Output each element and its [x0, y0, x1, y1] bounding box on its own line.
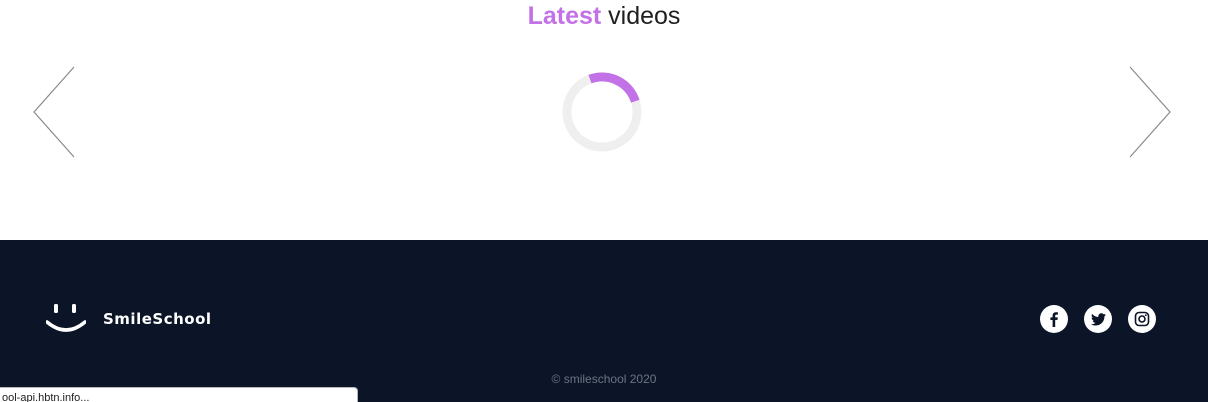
loading-spinner	[561, 71, 643, 153]
logo-text: SmileSchool	[103, 310, 212, 328]
chevron-right-icon	[1129, 66, 1171, 158]
social-links	[1040, 305, 1156, 333]
facebook-link[interactable]	[1040, 305, 1068, 333]
chevron-left-icon	[33, 66, 75, 158]
smiley-icon	[46, 304, 86, 332]
section-title-accent: Latest	[527, 2, 602, 30]
instagram-icon	[1134, 311, 1150, 327]
spinner-icon	[562, 72, 642, 152]
footer: SmileSchool © smileschool 2020	[0, 240, 1208, 402]
copyright-text: © smileschool 2020	[551, 372, 657, 386]
browser-status-url: ool-api.hbtn.info...	[0, 387, 358, 402]
facebook-icon	[1050, 312, 1058, 327]
latest-videos-section: Latest videos	[0, 0, 1208, 240]
carousel-next-button[interactable]	[1128, 66, 1172, 158]
twitter-icon	[1090, 312, 1106, 325]
instagram-link[interactable]	[1128, 305, 1156, 333]
section-title: Latest videos	[0, 0, 1208, 32]
section-title-rest: videos	[601, 2, 681, 30]
twitter-link[interactable]	[1084, 305, 1112, 333]
carousel-prev-button[interactable]	[32, 66, 76, 158]
page: Latest videos SmileSchool © smileschool …	[0, 0, 1208, 402]
footer-logo[interactable]: SmileSchool	[46, 302, 212, 336]
